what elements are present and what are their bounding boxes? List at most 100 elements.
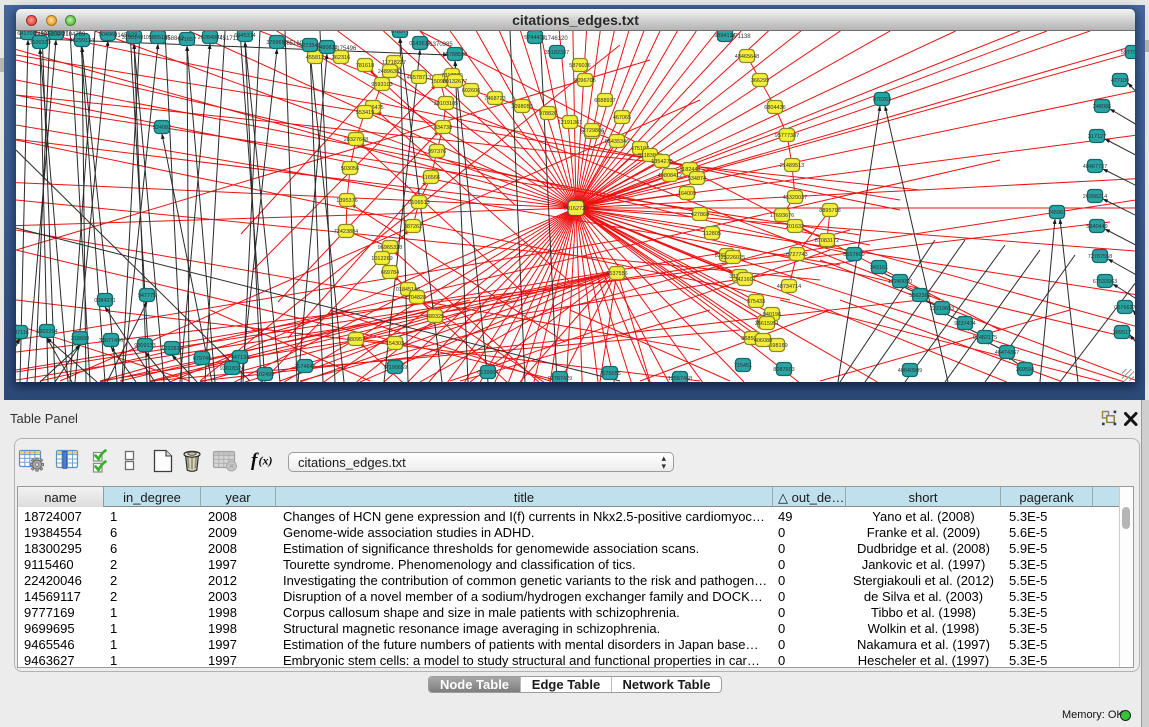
svg-text:48734714: 48734714 (777, 284, 801, 290)
svg-text:7175655: 7175655 (599, 371, 620, 377)
svg-text:80132677: 80132677 (443, 79, 467, 85)
svg-text:834738: 834738 (434, 125, 452, 131)
svg-text:95777387: 95777387 (775, 133, 799, 139)
svg-text:8657809: 8657809 (843, 252, 864, 258)
svg-text:77190659: 77190659 (383, 365, 407, 371)
svg-text:85435346: 85435346 (605, 139, 629, 145)
svg-text:1354278: 1354278 (651, 159, 672, 165)
svg-text:3421607: 3421607 (734, 277, 755, 283)
svg-text:679740: 679740 (193, 356, 211, 362)
svg-text:40640909: 40640909 (898, 368, 922, 374)
svg-text:48465648: 48465648 (735, 54, 759, 60)
svg-text:447134: 447134 (231, 355, 249, 361)
svg-text:116566: 116566 (422, 175, 440, 181)
svg-text:112805: 112805 (703, 231, 721, 237)
svg-text:45299124: 45299124 (70, 38, 94, 44)
svg-text:6804436: 6804436 (764, 105, 785, 111)
svg-text:318699: 318699 (71, 336, 89, 342)
svg-text:201632: 201632 (786, 224, 804, 230)
svg-text:3100330: 3100330 (29, 40, 50, 46)
svg-text:7174648: 7174648 (294, 364, 315, 370)
svg-text:2104709: 2104709 (62, 32, 86, 38)
svg-text:35615951: 35615951 (755, 321, 779, 327)
svg-text:047116: 047116 (16, 330, 29, 336)
svg-text:387262: 387262 (404, 224, 422, 230)
svg-text:154303: 154303 (386, 341, 404, 347)
svg-text:455812: 455812 (306, 55, 324, 61)
svg-text:02787429: 02787429 (548, 376, 572, 382)
svg-text:38677496: 38677496 (99, 338, 123, 344)
svg-text:12191361: 12191361 (558, 120, 582, 126)
svg-text:8727743: 8727743 (786, 252, 807, 258)
svg-text:17240050: 17240050 (888, 279, 912, 285)
svg-text:669784: 669784 (381, 270, 399, 276)
svg-text:31746120: 31746120 (541, 36, 568, 42)
svg-text:8175496: 8175496 (333, 46, 357, 52)
svg-text:1232812: 1232812 (161, 346, 182, 352)
svg-text:49808412: 49808412 (658, 173, 682, 179)
svg-text:0139904: 0139904 (477, 370, 498, 376)
svg-text:745961: 745961 (1048, 210, 1066, 216)
svg-text:503056: 503056 (341, 166, 359, 172)
svg-text:375433: 375433 (747, 299, 765, 305)
svg-text:26398214: 26398214 (1083, 194, 1107, 200)
svg-text:427868: 427868 (691, 212, 709, 218)
svg-text:524082: 524082 (153, 125, 171, 131)
svg-text:74395339: 74395339 (34, 32, 61, 38)
svg-text:366299: 366299 (751, 78, 769, 84)
svg-text:07482175: 07482175 (973, 335, 997, 341)
svg-text:947775: 947775 (138, 293, 156, 299)
svg-text:8087603: 8087603 (773, 367, 794, 373)
svg-text:602606: 602606 (462, 88, 480, 94)
svg-text:48467737: 48467737 (1083, 164, 1107, 170)
svg-text:289517: 289517 (1113, 330, 1131, 336)
svg-text:96965328: 96965328 (378, 245, 402, 251)
svg-text:489325: 489325 (426, 314, 444, 320)
svg-text:678377: 678377 (391, 31, 409, 35)
svg-text:0084271: 0084271 (94, 298, 115, 304)
svg-text:0576627: 0576627 (1114, 305, 1135, 311)
svg-text:2145623: 2145623 (114, 33, 138, 39)
svg-text:978820: 978820 (539, 111, 557, 117)
svg-text:858842: 858842 (164, 36, 185, 42)
svg-text:93618324: 93618324 (220, 366, 244, 372)
svg-text:467065: 467065 (613, 115, 631, 121)
svg-text:43320037: 43320037 (783, 195, 807, 201)
svg-text:880957: 880957 (347, 337, 365, 343)
svg-text:870262: 870262 (873, 97, 891, 103)
svg-text:534874: 534874 (688, 176, 706, 182)
svg-text:46474367: 46474367 (995, 350, 1019, 356)
svg-text:59770348: 59770348 (1121, 50, 1135, 56)
svg-text:704828: 704828 (408, 295, 426, 301)
svg-text:997376: 997376 (428, 149, 446, 155)
svg-text:17693676: 17693676 (770, 213, 794, 219)
svg-text:90162720: 90162720 (564, 206, 588, 212)
svg-text:164005: 164005 (678, 191, 696, 197)
svg-text:9593103: 9593103 (371, 82, 392, 88)
svg-text:24896383: 24896383 (378, 69, 402, 75)
svg-text:22219693: 22219693 (930, 306, 954, 312)
svg-text:317127: 317127 (1088, 134, 1106, 140)
svg-text:(x): (x) (259, 454, 273, 468)
svg-text:12567468: 12567468 (668, 376, 692, 382)
svg-text:5840449: 5840449 (1086, 224, 1107, 230)
svg-text:406088: 406088 (754, 338, 772, 344)
svg-text:102499: 102499 (256, 372, 274, 378)
svg-text:248086: 248086 (1093, 104, 1111, 110)
svg-text:46578713: 46578713 (407, 75, 431, 81)
svg-text:343161: 343161 (870, 265, 888, 271)
svg-text:471138: 471138 (731, 34, 751, 40)
svg-text:9909133: 9909133 (134, 343, 155, 349)
svg-text:72423884: 72423884 (334, 229, 358, 235)
svg-text:369594: 369594 (1016, 367, 1034, 373)
svg-text:35182337: 35182337 (545, 50, 569, 56)
svg-text:7468723: 7468723 (484, 96, 505, 102)
svg-text:362316: 362316 (332, 55, 350, 61)
svg-text:5562386: 5562386 (909, 293, 930, 299)
svg-text:1395376: 1395376 (336, 198, 357, 204)
svg-text:62729806: 62729806 (580, 128, 604, 134)
svg-text:1012269: 1012269 (371, 256, 392, 262)
svg-text:685160: 685160 (283, 41, 304, 47)
svg-text:477109: 477109 (1111, 78, 1129, 84)
svg-text:781618: 781618 (356, 63, 374, 69)
